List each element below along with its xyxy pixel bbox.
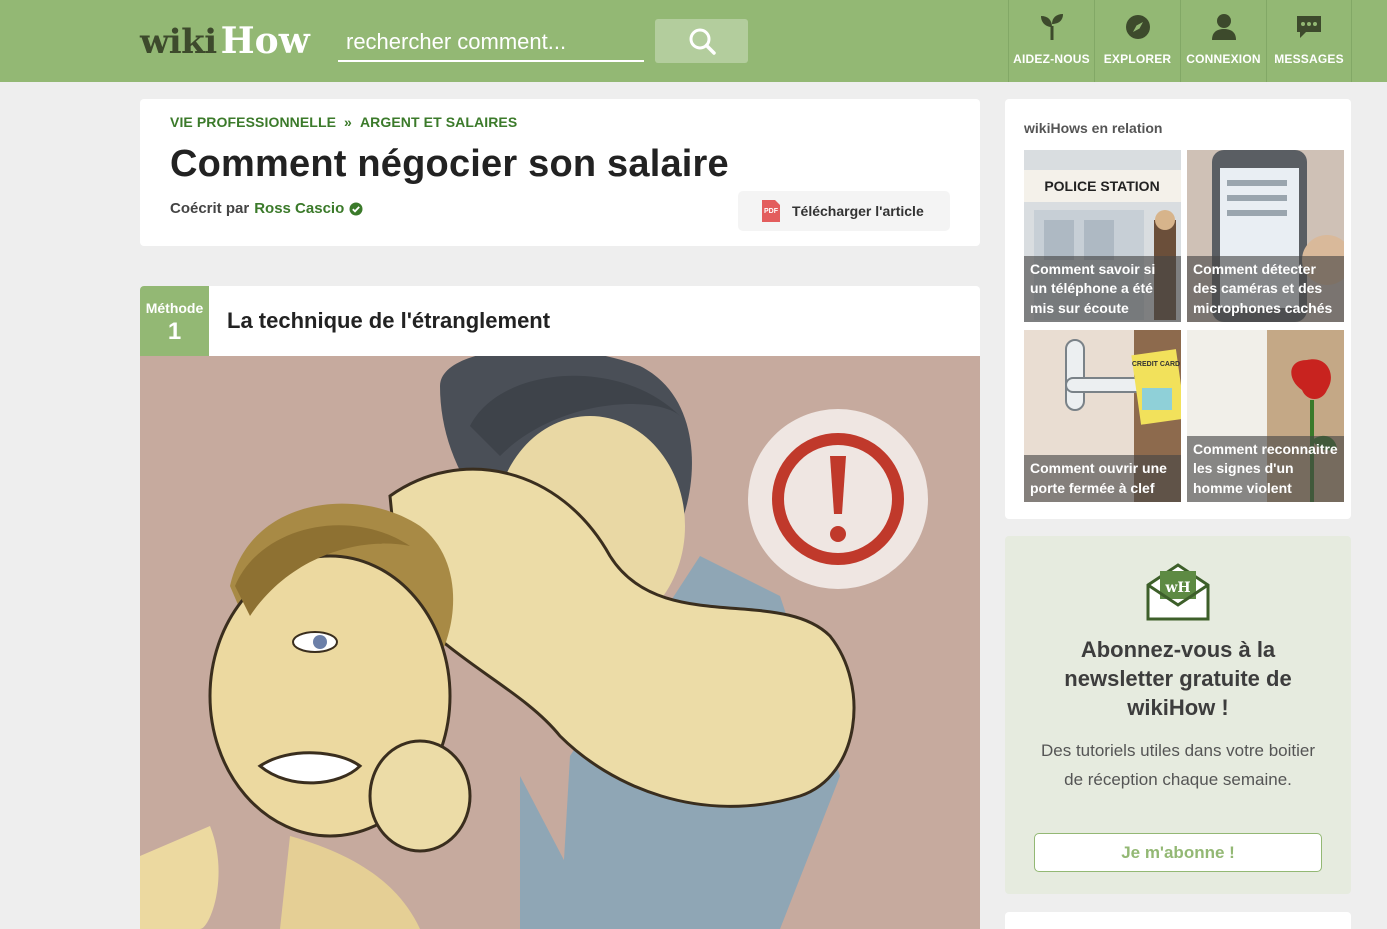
- credit-card-label: CREDIT CARD: [1132, 361, 1180, 368]
- logo-how-text: How: [220, 20, 310, 62]
- method-number: 1: [167, 318, 182, 345]
- related-caption: Comment ouvrir une porte fermée à clef: [1024, 455, 1181, 502]
- related-caption: Comment détecter des caméras et des micr…: [1187, 255, 1344, 322]
- header-nav: AIDEZ-NOUS EXPLORER CONNEXION MESSAGES: [1008, 0, 1352, 82]
- sprout-icon: [1040, 14, 1063, 40]
- breadcrumb-career[interactable]: VIE PROFESSIONNELLE: [170, 114, 336, 130]
- method-section: Méthode 1 La technique de l'étranglement: [140, 286, 980, 929]
- page-title: Comment négocier son salaire: [170, 143, 729, 185]
- method-illustration: [140, 348, 980, 929]
- envelope-logo-text: wH: [1164, 580, 1190, 596]
- related-caption: Comment reconnaitre les signes d'un homm…: [1187, 435, 1344, 502]
- byline-prefix: Coécrit par: [170, 200, 250, 217]
- search-button[interactable]: [655, 19, 748, 63]
- method-label: Méthode: [145, 300, 204, 316]
- byline: Coécrit par Ross Cascio: [170, 200, 363, 217]
- nav-messages[interactable]: MESSAGES: [1266, 0, 1352, 82]
- newsletter-description: Des tutoriels utiles dans votre boitier …: [1040, 741, 1316, 789]
- compass-icon: [1125, 15, 1150, 39]
- pdf-icon: PDF: [762, 200, 780, 222]
- search-icon: [689, 28, 716, 55]
- related-item[interactable]: CREDIT CARD Comment ouvrir une porte fer…: [1024, 330, 1181, 502]
- envelope-icon: wH: [1146, 563, 1210, 621]
- top-header: wiki How AIDEZ-NOUS EXPLORER: [0, 0, 1387, 82]
- nav-explore-label: EXPLORER: [1103, 52, 1172, 66]
- sidebar-next-card: [1005, 912, 1351, 929]
- nav-login[interactable]: CONNEXION: [1180, 0, 1266, 82]
- user-icon: [1211, 14, 1236, 40]
- related-caption: Comment savoir si un téléphone a été mis…: [1024, 255, 1181, 322]
- download-article-button[interactable]: PDF Télécharger l'article: [738, 191, 950, 231]
- chat-bubble-icon: [1297, 16, 1321, 38]
- breadcrumb: VIE PROFESSIONNELLE » ARGENT ET SALAIRES: [170, 114, 517, 130]
- verified-check-icon: [349, 202, 363, 215]
- method-title: La technique de l'étranglement: [227, 308, 551, 333]
- related-item[interactable]: POLICE STATION Comment savoir si un télé…: [1024, 150, 1181, 322]
- breadcrumb-money[interactable]: ARGENT ET SALAIRES: [360, 114, 517, 130]
- nav-explore[interactable]: EXPLORER: [1094, 0, 1180, 82]
- newsletter-signup: wH Abonnez-vous à la newsletter gratuite…: [1005, 536, 1351, 894]
- police-station-sign-text: POLICE STATION: [1044, 178, 1159, 194]
- nav-login-label: CONNEXION: [1186, 52, 1261, 66]
- related-heading: wikiHows en relation: [1024, 120, 1163, 136]
- author-link[interactable]: Ross Cascio: [254, 200, 344, 217]
- nav-help-us-label: AIDEZ-NOUS: [1013, 52, 1090, 66]
- logo-wiki-text: wiki: [140, 22, 217, 62]
- method-number-badge: Méthode 1: [140, 286, 209, 356]
- breadcrumb-separator: »: [344, 114, 352, 130]
- related-item[interactable]: Comment reconnaitre les signes d'un homm…: [1187, 330, 1344, 502]
- nav-messages-label: MESSAGES: [1274, 52, 1344, 66]
- related-item[interactable]: Comment détecter des caméras et des micr…: [1187, 150, 1344, 322]
- nav-help-us[interactable]: AIDEZ-NOUS: [1008, 0, 1094, 82]
- wikihow-logo[interactable]: wiki How: [140, 20, 310, 62]
- related-wikihows: wikiHows en relation POLICE STATION Comm…: [1005, 99, 1351, 519]
- article-intro-card: VIE PROFESSIONNELLE » ARGENT ET SALAIRES…: [140, 99, 980, 246]
- download-label: Télécharger l'article: [792, 203, 924, 219]
- pdf-icon-text: PDF: [764, 208, 779, 215]
- newsletter-title: Abonnez-vous à la newsletter gratuite de…: [1064, 637, 1292, 720]
- headlock-illustration: [140, 348, 980, 929]
- subscribe-button[interactable]: Je m'abonne !: [1034, 833, 1322, 872]
- search-input[interactable]: [338, 24, 644, 62]
